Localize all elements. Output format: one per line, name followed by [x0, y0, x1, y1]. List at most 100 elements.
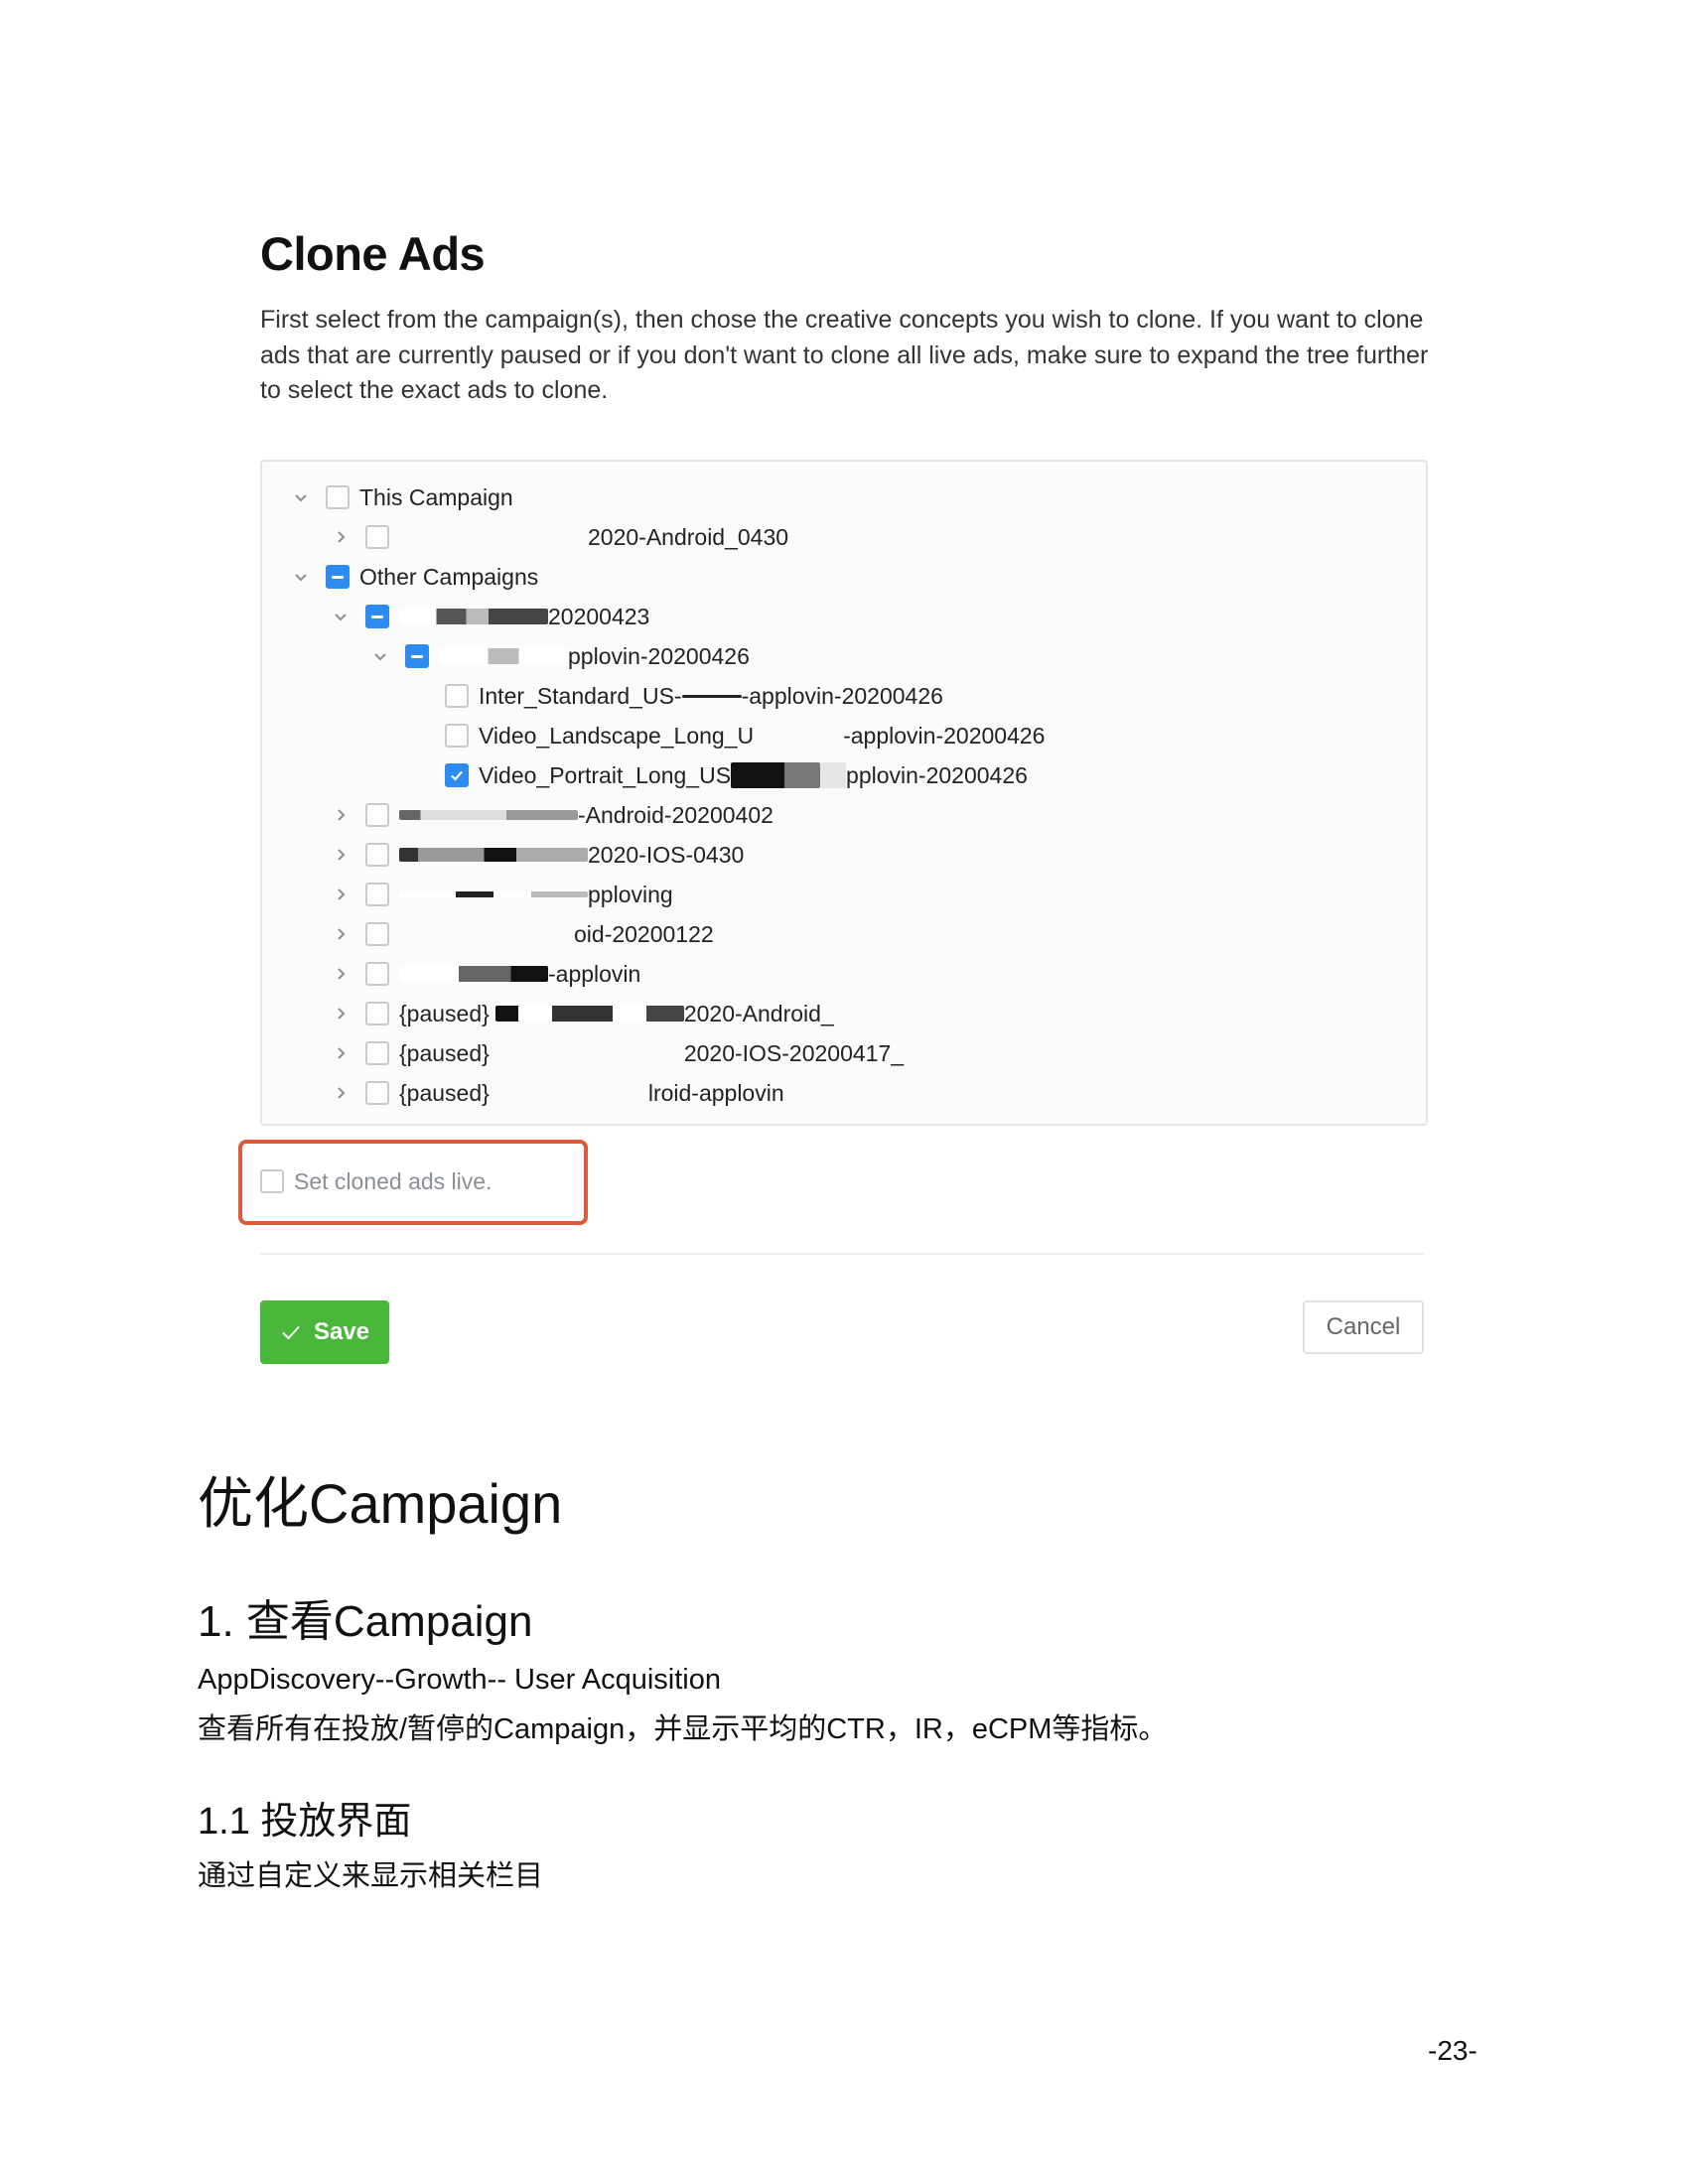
navigation-path-text: AppDiscovery--Growth-- User Acquisition [198, 1664, 721, 1696]
tree-label: 20200423 [548, 603, 650, 629]
checkbox[interactable] [445, 684, 469, 708]
tree-label: Video_Portrait_Long_US [479, 761, 732, 788]
tree-row-campaign[interactable]: oid-20200122 [330, 914, 714, 954]
chevron-right-icon[interactable] [330, 1082, 352, 1104]
redacted-text [754, 728, 843, 744]
chevron-down-icon[interactable] [330, 606, 352, 627]
tree-row-campaign[interactable]: -applovin [330, 954, 640, 994]
redacted-text [399, 891, 588, 897]
redacted-text [399, 529, 588, 545]
heading-optimize-campaign: 优化Campaign [198, 1472, 563, 1535]
chevron-right-icon[interactable] [330, 1003, 352, 1024]
checkbox-partial[interactable] [326, 565, 350, 589]
set-live-checkbox[interactable] [260, 1169, 284, 1193]
paragraph-view-campaigns: 查看所有在投放/暂停的Campaign，并显示平均的CTR，IR，eCPM等指标… [198, 1713, 1168, 1745]
redacted-text [681, 694, 742, 698]
tree-label: 2020-Android_ [683, 1000, 834, 1026]
campaign-tree: This Campaign 2020-Android_0430 Other Ca… [260, 460, 1428, 1126]
clone-ads-description: First select from the campaign(s), then … [260, 306, 1429, 404]
tree-row-this-campaign-child[interactable]: 2020-Android_0430 [330, 517, 788, 557]
redacted-text [399, 810, 578, 820]
tree-row-campaign[interactable]: pploving [330, 875, 673, 914]
paused-label: {paused} [399, 1039, 490, 1066]
tree-row-ad-checked[interactable]: Video_Portrait_Long_US pplovin-20200426 [445, 755, 1028, 795]
clone-ads-title: Clone Ads [260, 227, 486, 280]
redacted-text [439, 648, 568, 664]
chevron-right-icon[interactable] [330, 804, 352, 826]
checkbox-partial[interactable] [405, 644, 429, 668]
paused-label: {paused} [399, 1000, 490, 1026]
save-button[interactable]: Save [260, 1300, 389, 1364]
tree-label-suffix: pplovin-20200426 [846, 761, 1028, 788]
tree-label-suffix: -applovin-20200426 [843, 722, 1046, 749]
checkbox[interactable] [365, 962, 389, 986]
redacted-text [494, 1006, 684, 1022]
tree-row-campaign-paused[interactable]: {paused} 2020-IOS-20200417_ [330, 1033, 904, 1073]
chevron-right-icon[interactable] [330, 963, 352, 985]
chevron-right-icon[interactable] [330, 844, 352, 866]
heading-delivery-interface: 1.1 投放界面 [198, 1801, 412, 1843]
tree-label: pplovin-20200426 [568, 642, 750, 669]
redacted-text [820, 762, 847, 788]
redacted-text [399, 609, 548, 624]
tree-label: 2020-IOS-20200417_ [683, 1039, 905, 1066]
redacted-text [490, 1045, 684, 1061]
checkbox[interactable] [365, 883, 389, 906]
set-live-option[interactable]: Set cloned ads live. [260, 1161, 492, 1201]
save-label: Save [313, 1318, 370, 1345]
paragraph-custom-columns: 通过自定义来显示相关栏目 [198, 1860, 544, 1892]
checkbox[interactable] [445, 724, 469, 748]
heading-view-campaign: 1. 查看Campaign [198, 1597, 533, 1646]
chevron-right-icon[interactable] [330, 884, 352, 905]
tree-label: Video_Landscape_Long_U [479, 722, 755, 749]
tree-row-ad[interactable]: Video_Landscape_Long_U -applovin-2020042… [445, 716, 1045, 755]
checkbox[interactable] [365, 1081, 389, 1105]
chevron-down-icon[interactable] [290, 486, 312, 508]
chevron-down-icon[interactable] [290, 566, 312, 588]
chevron-right-icon[interactable] [330, 1042, 352, 1064]
cancel-button[interactable]: Cancel [1303, 1300, 1424, 1354]
checkbox[interactable] [365, 525, 389, 549]
checkbox[interactable] [365, 803, 389, 827]
tree-row-campaign-paused[interactable]: {paused} 2020-Android_ [330, 994, 834, 1033]
redacted-text [731, 762, 821, 788]
checkbox[interactable] [365, 1041, 389, 1065]
page-number: -23- [1428, 2035, 1477, 2066]
checkbox[interactable] [365, 922, 389, 946]
tree-row-campaign-paused[interactable]: {paused} lroid-applovin [330, 1073, 784, 1113]
redacted-text [399, 848, 588, 862]
tree-row-campaign[interactable]: 2020-IOS-0430 [330, 835, 744, 875]
chevron-down-icon[interactable] [369, 645, 391, 667]
chevron-right-icon[interactable] [330, 526, 352, 548]
tree-label: lroid-applovin [647, 1079, 784, 1106]
cancel-label: Cancel [1326, 1313, 1401, 1340]
tree-label: This Campaign [359, 483, 513, 510]
tree-label: Other Campaigns [359, 563, 539, 590]
tree-label: 2020-IOS-0430 [588, 841, 745, 868]
redacted-text [490, 1085, 648, 1101]
checkbox-partial[interactable] [365, 605, 389, 628]
tree-label: -applovin [548, 960, 641, 987]
checkbox-checked[interactable] [445, 763, 469, 787]
tree-row-group[interactable]: 20200423 [330, 597, 649, 636]
checkbox[interactable] [365, 1002, 389, 1025]
set-live-label: Set cloned ads live. [294, 1167, 492, 1194]
checkbox[interactable] [326, 485, 350, 509]
chevron-right-icon[interactable] [330, 923, 352, 945]
tree-label: pploving [588, 881, 673, 907]
redacted-text [399, 966, 548, 982]
tree-label: Inter_Standard_US- [479, 682, 682, 709]
tree-label: 2020-Android_0430 [588, 523, 789, 550]
tree-row-other-campaigns[interactable]: Other Campaigns [290, 557, 538, 597]
checkmark-icon [282, 1325, 300, 1340]
tree-label-suffix: -applovin-20200426 [741, 682, 943, 709]
tree-label: oid-20200122 [574, 920, 714, 947]
checkbox[interactable] [365, 843, 389, 867]
redacted-text [399, 926, 574, 942]
tree-row-campaign[interactable]: -Android-20200402 [330, 795, 774, 835]
tree-row-subgroup[interactable]: pplovin-20200426 [369, 636, 750, 676]
paused-label: {paused} [399, 1079, 490, 1106]
tree-label: -Android-20200402 [578, 801, 774, 828]
tree-row-this-campaign[interactable]: This Campaign [290, 478, 513, 517]
tree-row-ad[interactable]: Inter_Standard_US- -applovin-20200426 [445, 676, 943, 716]
